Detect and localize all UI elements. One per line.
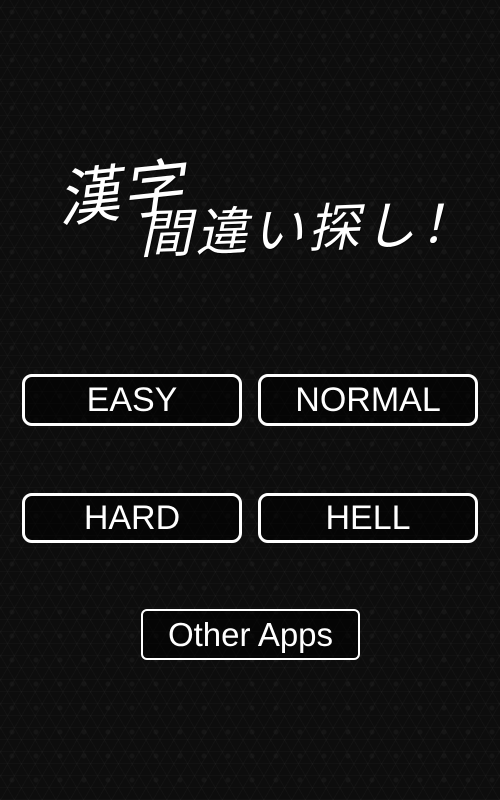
easy-button[interactable]: EASY: [22, 374, 242, 426]
normal-button[interactable]: NORMAL: [258, 374, 478, 426]
other-apps-button[interactable]: Other Apps: [141, 609, 360, 660]
hell-button[interactable]: HELL: [258, 493, 478, 543]
title-subtitle: 間違い探し！: [138, 194, 477, 266]
hard-button[interactable]: HARD: [22, 493, 242, 543]
game-title-logo: 漢字 間違い探し！: [0, 0, 500, 300]
